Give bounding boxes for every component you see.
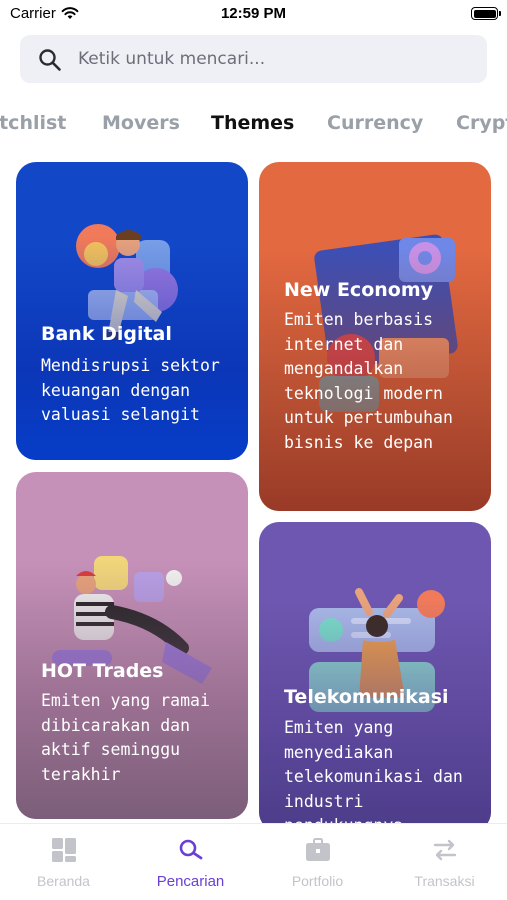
theme-title: HOT Trades xyxy=(41,660,164,682)
nav-item-transaksi[interactable]: Transaksi xyxy=(381,824,507,900)
clock: 12:59 PM xyxy=(220,5,287,22)
theme-card-hot-trades[interactable]: HOT Trades Emiten yang ramai dibicarakan… xyxy=(16,472,248,819)
nav-label: Pencarian xyxy=(156,873,225,890)
status-bar: Carrier 12:59 PM xyxy=(0,0,507,30)
tab-crypto[interactable]: Crypto xyxy=(456,112,507,134)
theme-title: Telekomunikasi xyxy=(284,686,449,708)
search-icon xyxy=(179,839,202,860)
search-bar[interactable] xyxy=(20,35,487,83)
battery-icon xyxy=(471,7,498,20)
tab-watchlist[interactable]: Watchlist xyxy=(0,112,66,134)
nav-label: Transaksi xyxy=(414,873,475,889)
nav-item-pencarian[interactable]: Pencarian xyxy=(127,824,254,900)
theme-title: Bank Digital xyxy=(41,323,172,345)
briefcase-icon xyxy=(305,838,330,861)
bottom-navigation: Beranda Pencarian Portfolio Transaksi xyxy=(0,823,507,900)
search-icon xyxy=(39,49,61,71)
tab-movers[interactable]: Movers xyxy=(102,112,180,134)
grid-icon xyxy=(51,838,76,862)
search-input[interactable] xyxy=(78,35,478,83)
transfer-arrows-icon xyxy=(433,839,456,861)
theme-card-bank-digital[interactable]: Bank Digital Mendisrupsi sektor keuangan… xyxy=(16,162,248,460)
battery-tip xyxy=(499,11,501,16)
tab-currency[interactable]: Currency xyxy=(327,112,423,134)
tab-themes[interactable]: Themes xyxy=(211,112,294,134)
theme-description: Emiten berbasis internet dan mengandalka… xyxy=(284,310,453,452)
theme-card-new-economy[interactable]: New Economy Emiten berbasis internet dan… xyxy=(259,162,491,511)
theme-card-telekomunikasi[interactable]: Telekomunikasi Emiten yang menyediakan t… xyxy=(259,522,491,832)
theme-description: Emiten yang menyediakan telekomunikasi d… xyxy=(284,718,463,832)
theme-description: Mendisrupsi sektor keuangan dengan valua… xyxy=(41,356,220,424)
nav-item-portfolio[interactable]: Portfolio xyxy=(254,824,381,900)
nav-label: Beranda xyxy=(37,873,90,889)
theme-description: Emiten yang ramai dibicarakan dan aktif … xyxy=(41,691,210,784)
nav-label: Portfolio xyxy=(291,873,344,889)
nav-item-beranda[interactable]: Beranda xyxy=(0,824,127,900)
theme-title: New Economy xyxy=(284,279,434,301)
category-tabs: Watchlist Movers Themes Currency Crypto xyxy=(0,106,507,146)
